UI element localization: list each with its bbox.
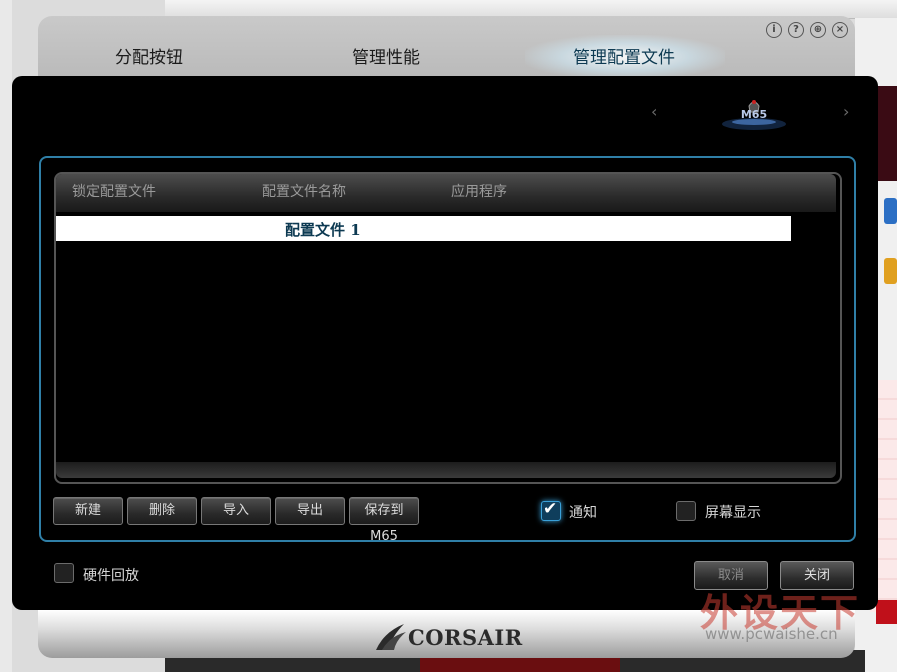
watermark-url: www.pcwaishe.cn xyxy=(705,625,838,643)
device-next-icon[interactable]: › xyxy=(843,102,849,121)
background-icon xyxy=(884,198,897,224)
notify-checkbox[interactable]: ✔ xyxy=(541,499,561,521)
table-row[interactable] xyxy=(56,216,791,241)
save-to-device-button[interactable]: 保存到 M65 xyxy=(349,497,419,544)
column-profile-name[interactable]: 配置文件名称 xyxy=(262,181,346,201)
screen-display-checkbox[interactable] xyxy=(676,501,696,521)
corsair-sails-icon xyxy=(376,624,406,650)
profile-name-cell[interactable]: 配置文件 1 xyxy=(285,219,361,240)
corsair-logo: CORSAIR xyxy=(374,620,523,654)
hardware-playback-label: 硬件回放 xyxy=(83,568,139,584)
list-scrollbar[interactable] xyxy=(56,462,836,478)
new-button[interactable]: 新建 xyxy=(53,497,123,525)
screen-display-label: 屏幕显示 xyxy=(705,505,761,521)
notify-label: 通知 xyxy=(569,505,597,521)
device-label: M65 xyxy=(740,108,768,121)
background-page xyxy=(0,0,12,672)
import-button[interactable]: 导入 xyxy=(201,497,271,525)
background-icon xyxy=(884,258,897,284)
background-badge xyxy=(876,600,897,624)
column-application[interactable]: 应用程序 xyxy=(451,181,507,201)
tab-manage-profiles[interactable]: 管理配置文件 xyxy=(573,43,675,68)
export-button[interactable]: 导出 xyxy=(275,497,345,525)
hardware-playback-checkbox[interactable] xyxy=(54,563,74,583)
tab-manage-performance[interactable]: 管理性能 xyxy=(352,43,420,68)
brand-name: CORSAIR xyxy=(408,624,523,650)
globe-icon[interactable]: ⊕ xyxy=(810,22,826,38)
info-icon[interactable]: i xyxy=(766,22,782,38)
background-banner xyxy=(878,86,897,181)
list-header xyxy=(56,174,836,212)
tab-assign-buttons[interactable]: 分配按钮 xyxy=(115,43,183,68)
checkmark-icon: ✔ xyxy=(543,499,558,519)
delete-button[interactable]: 删除 xyxy=(127,497,197,525)
help-icon[interactable]: ? xyxy=(788,22,804,38)
column-lock-profile[interactable]: 锁定配置文件 xyxy=(72,181,156,201)
device-prev-icon[interactable]: ‹ xyxy=(651,102,657,121)
close-icon[interactable]: × xyxy=(832,22,848,38)
